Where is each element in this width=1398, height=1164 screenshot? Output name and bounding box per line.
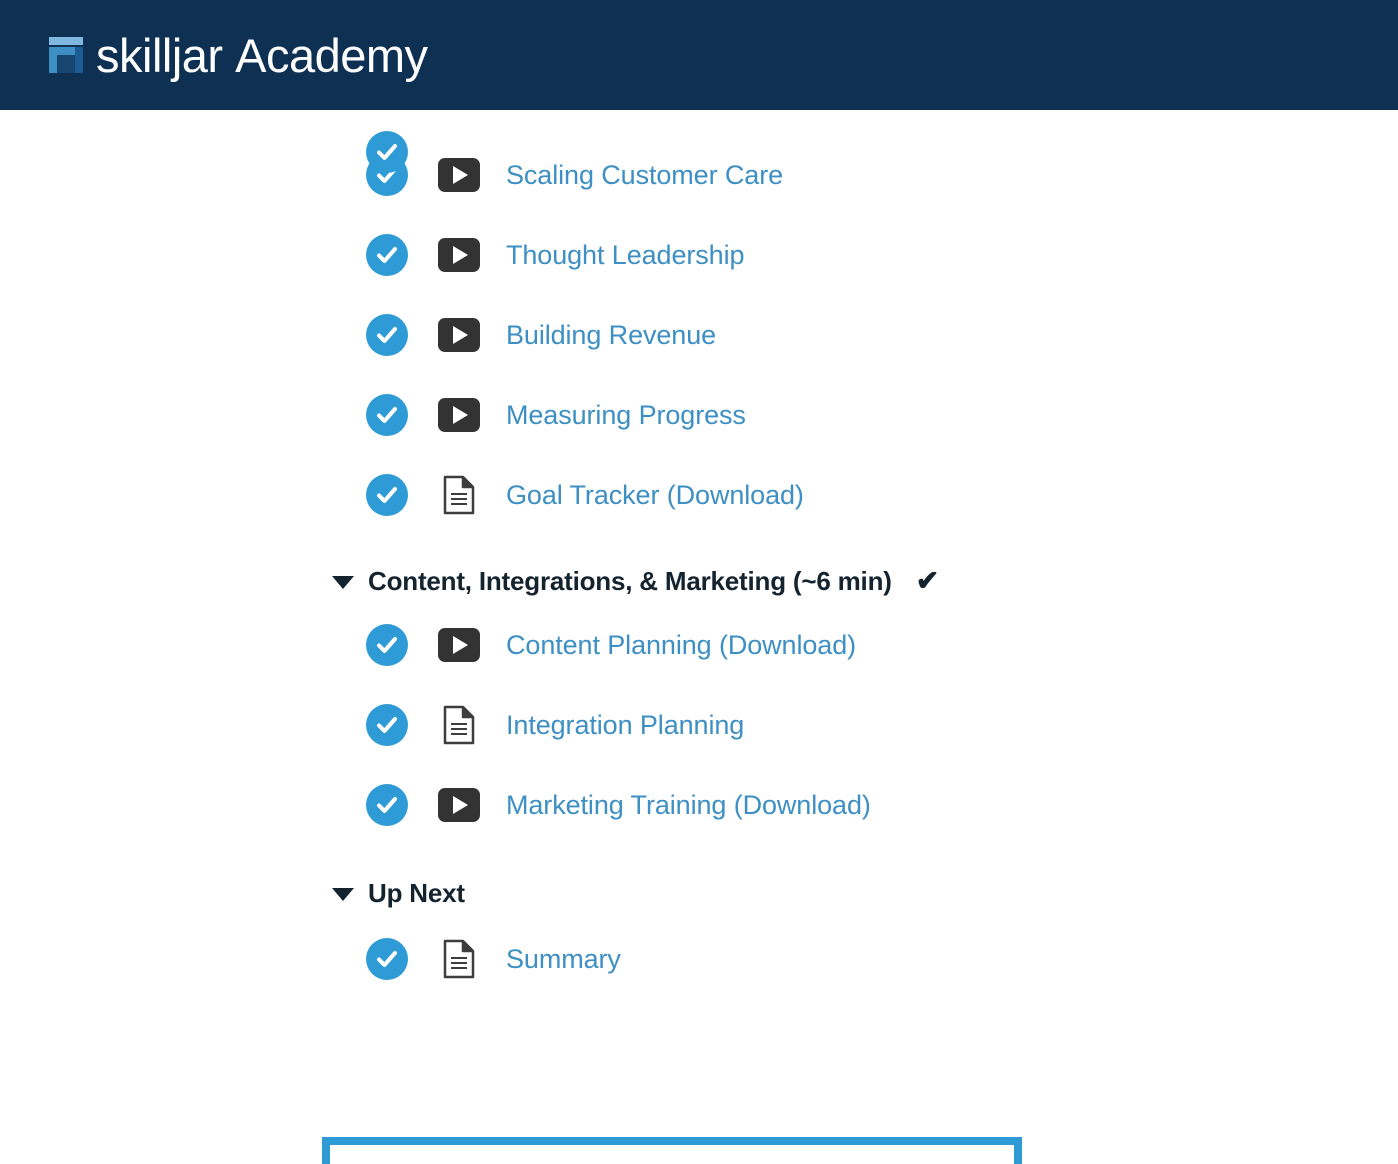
document-icon <box>436 475 482 515</box>
list-item[interactable]: Marketing Training (Download) <box>0 775 1398 835</box>
list-item-label[interactable]: Marketing Training (Download) <box>506 790 871 821</box>
check-circle-icon <box>366 314 408 356</box>
list-item[interactable]: Measuring Progress <box>0 385 1398 445</box>
check-circle-icon <box>366 474 408 516</box>
section-header-content-integrations-marketing[interactable]: Content, Integrations, & Marketing (~6 m… <box>0 551 1398 611</box>
brand-name: skilljar <box>96 28 223 82</box>
video-icon <box>436 628 482 662</box>
site-header: skilljar Academy <box>0 0 1398 110</box>
brand-title: skilljar Academy <box>96 32 428 79</box>
list-item-label[interactable]: Scaling Customer Care <box>506 160 783 191</box>
list-item-label[interactable]: Goal Tracker (Download) <box>506 480 804 511</box>
check-circle-icon <box>366 131 408 173</box>
section-title: Up Next <box>368 877 465 908</box>
list-item-label[interactable]: Building Revenue <box>506 320 716 351</box>
list-item-label[interactable]: Measuring Progress <box>506 400 746 431</box>
brand-suffix: Academy <box>235 28 428 82</box>
brand-logo-link[interactable]: skilljar Academy <box>48 32 428 79</box>
video-icon <box>436 398 482 432</box>
skilljar-logo-icon <box>48 36 84 74</box>
list-item-label[interactable]: Integration Planning <box>506 710 744 741</box>
check-circle-icon <box>366 938 408 980</box>
chevron-down-icon[interactable] <box>332 576 354 589</box>
video-icon <box>436 238 482 272</box>
list-item-label[interactable]: Thought Leadership <box>506 240 744 271</box>
check-circle-icon <box>366 394 408 436</box>
clipped-list-item[interactable] <box>0 131 1398 173</box>
check-circle-icon <box>366 704 408 746</box>
list-item[interactable]: End of Course Survey optional <box>330 1145 1014 1164</box>
list-item-label[interactable]: Content Planning (Download) <box>506 630 856 661</box>
check-circle-icon <box>366 624 408 666</box>
section-complete-check-icon: ✔ <box>915 565 940 596</box>
check-circle-icon <box>366 234 408 276</box>
list-item[interactable]: Summary <box>0 929 1398 989</box>
check-circle-icon <box>366 784 408 826</box>
section-title: Content, Integrations, & Marketing (~6 m… <box>368 565 892 596</box>
list-item[interactable]: Goal Tracker (Download) <box>0 465 1398 525</box>
video-icon <box>436 788 482 822</box>
document-icon <box>436 939 482 979</box>
list-item-label[interactable]: Summary <box>506 944 621 975</box>
section-header-up-next[interactable]: Up Next <box>0 863 1398 923</box>
video-icon <box>436 158 482 192</box>
list-item[interactable]: Content Planning (Download) <box>0 615 1398 675</box>
list-item[interactable]: Thought Leadership <box>0 225 1398 285</box>
list-item[interactable]: Building Revenue <box>0 305 1398 365</box>
list-item[interactable]: Integration Planning <box>0 695 1398 755</box>
document-icon <box>436 705 482 745</box>
highlighted-list-item-box[interactable]: End of Course Survey optional <box>322 1137 1022 1164</box>
course-outline: Scaling Customer Care Thought Leadership… <box>0 131 1398 1164</box>
chevron-down-icon[interactable] <box>332 888 354 901</box>
video-icon <box>436 318 482 352</box>
